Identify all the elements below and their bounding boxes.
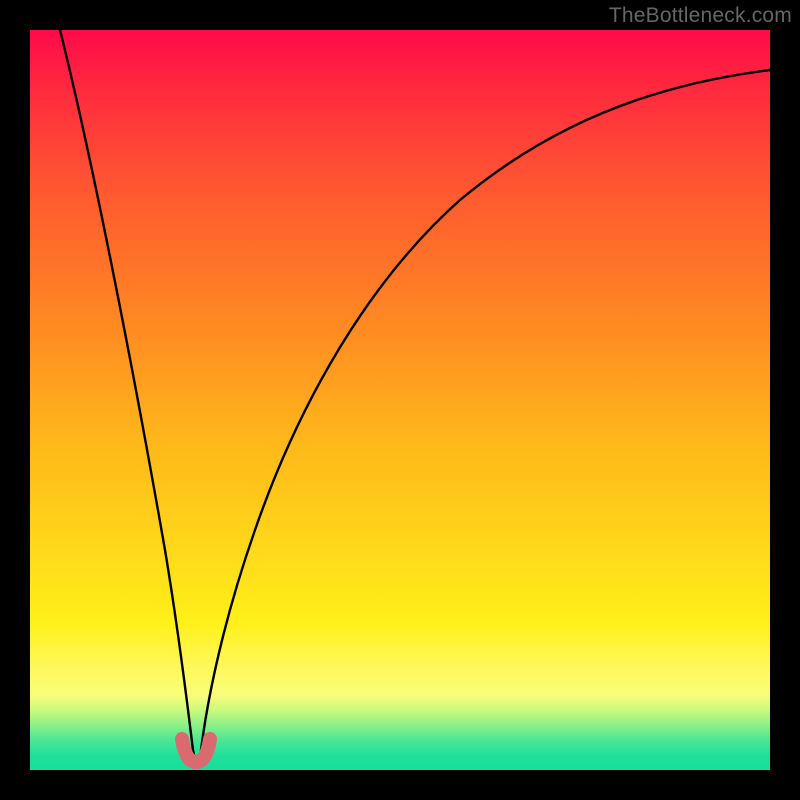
bottleneck-curve [60, 30, 770, 764]
minimum-marker [182, 739, 210, 762]
watermark-text: TheBottleneck.com [609, 4, 792, 28]
plot-area [30, 30, 770, 770]
curve-layer [30, 30, 770, 770]
chart-frame: TheBottleneck.com [0, 0, 800, 800]
